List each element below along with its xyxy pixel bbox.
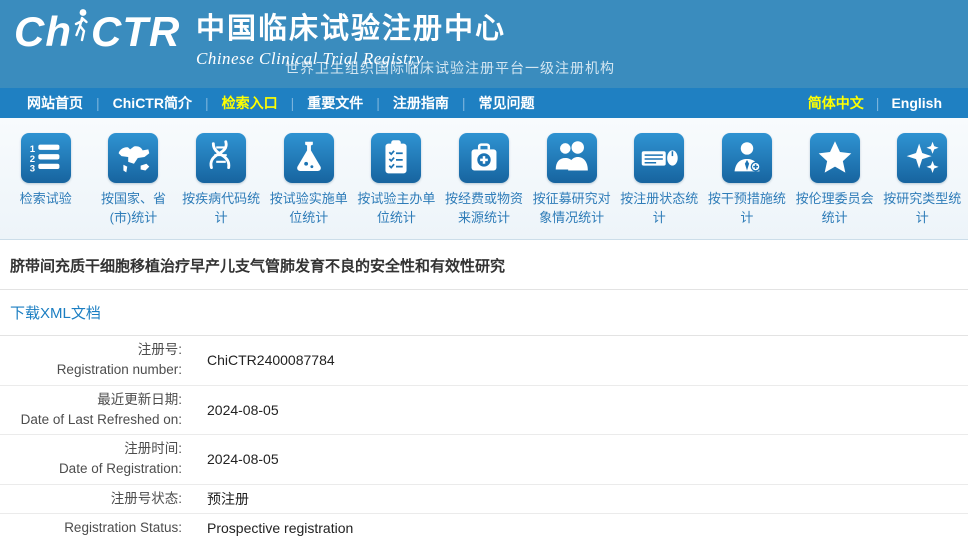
page-title: 脐带间充质干细胞移植治疗早产儿支气管肺发育不良的安全性和有效性研究: [0, 240, 968, 290]
clipboard-icon: [371, 133, 421, 183]
nav-menu: 网站首页|ChiCTR简介|检索入口|重要文件|注册指南|常见问题: [14, 93, 796, 113]
row-label-line: 注册时间:: [0, 439, 182, 459]
row-value: 2024-08-05: [195, 439, 968, 480]
site-header: Ch CTR 中国临床试验注册中心 Chinese Clinical Trial…: [0, 0, 968, 88]
row-label-line: 最近更新日期:: [0, 390, 182, 410]
toolbar-item[interactable]: 按征募研究对象情况统计: [528, 118, 616, 239]
toolbar-item-label: 按试验主办单位统计: [355, 190, 437, 228]
table-row: 注册时间:Date of Registration:2024-08-05: [0, 435, 968, 485]
row-value: 2024-08-05: [195, 390, 968, 431]
nav-item[interactable]: 检索入口: [209, 93, 291, 113]
language-option[interactable]: English: [879, 95, 954, 111]
site-title-zh: 中国临床试验注册中心: [196, 5, 506, 47]
toolbar-item-label: 按研究类型统计: [881, 190, 963, 228]
nav-item[interactable]: 网站首页: [14, 93, 96, 113]
toolbar-item[interactable]: 123 检索试验: [2, 118, 90, 239]
language-switcher: 简体中文|English: [796, 93, 954, 113]
table-row: 最近更新日期:Date of Last Refreshed on:2024-08…: [0, 386, 968, 436]
statistics-toolbar: 123 检索试验按国家、省(市)统计按疾病代码统计按试验实施单位统计按试验主办单位…: [0, 118, 968, 240]
medical-bag-icon: [459, 133, 509, 183]
row-label-line: Date of Last Refreshed on:: [0, 410, 182, 430]
row-label-line: Registration Status:: [0, 518, 182, 536]
row-label: 注册号状态:: [0, 489, 195, 509]
row-label-line: 注册号状态:: [0, 489, 182, 509]
table-row: Registration Status: Prospective registra…: [0, 514, 968, 536]
toolbar-item[interactable]: 按试验主办单位统计: [353, 118, 441, 239]
runner-icon: [73, 8, 90, 51]
chictr-logo[interactable]: Ch CTR: [14, 8, 180, 53]
toolbar-item[interactable]: 按国家、省(市)统计: [90, 118, 178, 239]
table-row: 注册号:Registration number:ChiCTR2400087784: [0, 336, 968, 386]
row-label: 注册号:Registration number:: [0, 340, 195, 381]
trial-detail: 脐带间充质干细胞移植治疗早产儿支气管肺发育不良的安全性和有效性研究 下载XML文…: [0, 240, 968, 536]
people-icon: [547, 133, 597, 183]
numbered-list-icon: 123: [21, 133, 71, 183]
nav-item[interactable]: 注册指南: [380, 93, 462, 113]
row-value: ChiCTR2400087784: [195, 340, 968, 381]
row-label-line: Registration number:: [0, 360, 182, 380]
toolbar-item[interactable]: 按伦理委员会统计: [791, 118, 879, 239]
nav-item[interactable]: 常见问题: [466, 93, 548, 113]
row-value: 预注册: [195, 489, 968, 509]
dna-icon: [196, 133, 246, 183]
site-subtitle: 世界卫生组织国际临床试验注册平台一级注册机构: [285, 58, 615, 78]
toolbar-item[interactable]: 按经费或物资来源统计: [440, 118, 528, 239]
sparkles-icon: [897, 133, 947, 183]
row-label: 最近更新日期:Date of Last Refreshed on:: [0, 390, 195, 431]
world-map-icon: [108, 133, 158, 183]
row-label-line: 注册号:: [0, 340, 182, 360]
logo-text-ctr: CTR: [91, 11, 180, 53]
row-label: 注册时间:Date of Registration:: [0, 439, 195, 480]
toolbar-item-label: 按疾病代码统计: [180, 190, 262, 228]
chictr-page: Ch CTR 中国临床试验注册中心 Chinese Clinical Trial…: [0, 0, 968, 536]
svg-text:3: 3: [30, 163, 35, 174]
logo-text-ch: Ch: [14, 11, 72, 53]
row-label: Registration Status:: [0, 518, 195, 536]
toolbar-item[interactable]: 按注册状态统计: [615, 118, 703, 239]
star-icon: [810, 133, 860, 183]
doctor-icon: [722, 133, 772, 183]
toolbar-item[interactable]: 按疾病代码统计: [177, 118, 265, 239]
toolbar-item-label: 按干预措施统计: [706, 190, 788, 228]
main-nav: 网站首页|ChiCTR简介|检索入口|重要文件|注册指南|常见问题 简体中文|E…: [0, 88, 968, 118]
toolbar-item-label: 按国家、省(市)统计: [92, 190, 174, 228]
toolbar-item[interactable]: 按试验实施单位统计: [265, 118, 353, 239]
toolbar-item[interactable]: 按研究类型统计: [878, 118, 966, 239]
language-option[interactable]: 简体中文: [796, 93, 876, 113]
toolbar-item-label: 检索试验: [5, 190, 87, 209]
row-label-line: Date of Registration:: [0, 459, 182, 479]
toolbar-item[interactable]: 按干预措施统计: [703, 118, 791, 239]
table-row: 注册号状态: 预注册: [0, 485, 968, 514]
xml-download-row: 下载XML文档: [0, 290, 968, 336]
nav-item[interactable]: 重要文件: [294, 93, 376, 113]
row-value: Prospective registration: [195, 518, 968, 536]
toolbar-item-label: 按征募研究对象情况统计: [531, 190, 613, 228]
keyboard-mouse-icon: [634, 133, 684, 183]
toolbar-item-label: 按伦理委员会统计: [794, 190, 876, 228]
toolbar-item-label: 按试验实施单位统计: [268, 190, 350, 228]
toolbar-item-label: 按经费或物资来源统计: [443, 190, 525, 228]
nav-item[interactable]: ChiCTR简介: [100, 93, 205, 113]
toolbar-item-label: 按注册状态统计: [618, 190, 700, 228]
download-xml-link[interactable]: 下载XML文档: [10, 305, 101, 322]
registration-info-table: 注册号:Registration number:ChiCTR2400087784…: [0, 336, 968, 536]
flask-icon: [284, 133, 334, 183]
